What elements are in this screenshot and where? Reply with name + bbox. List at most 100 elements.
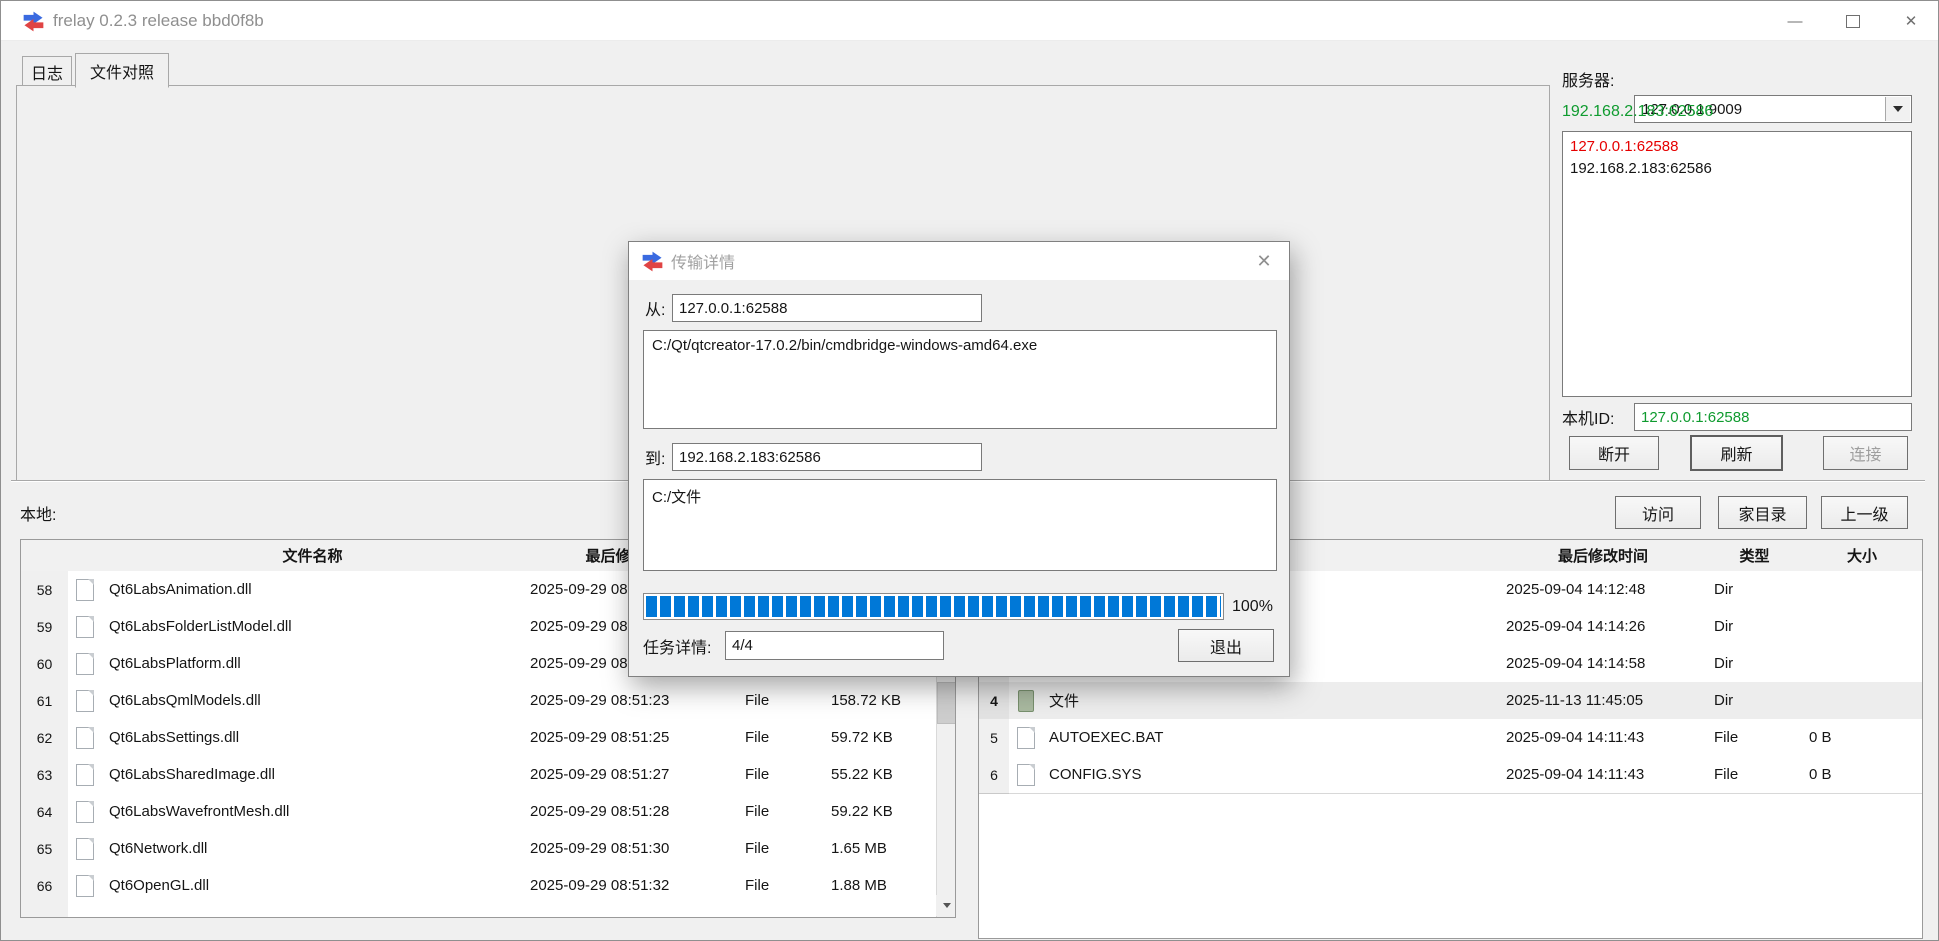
cell-size (1802, 571, 1923, 609)
cell-mtime: 2025-09-04 14:11:43 (1499, 756, 1722, 794)
cell-mtime: 2025-09-29 08:51:23 (523, 682, 753, 720)
file-icon (68, 571, 103, 609)
local-id-field[interactable]: 127.0.0.1:62588 (1634, 403, 1912, 431)
task-detail-label: 任务详情: (643, 631, 711, 660)
column-header-type[interactable]: 类型 (1707, 540, 1803, 572)
close-icon: ✕ (1905, 12, 1918, 30)
cell-size (1802, 608, 1923, 646)
app-logo-icon (641, 250, 664, 273)
transfer-progress-bar (643, 593, 1224, 620)
row-number: 64 (21, 793, 69, 831)
chevron-down-icon (1885, 97, 1910, 121)
client-listbox[interactable]: 127.0.0.1:62588 192.168.2.183:62586 (1562, 131, 1912, 397)
file-icon (68, 756, 103, 794)
refresh-button[interactable]: 刷新 (1690, 435, 1783, 471)
cell-mtime: 2025-09-29 08:51:27 (523, 756, 753, 794)
cell-mtime: 2025-09-04 14:14:26 (1499, 608, 1722, 646)
transfer-progress-fill (646, 596, 1221, 617)
tab-file-compare[interactable]: 文件对照 (75, 53, 169, 88)
up-level-button[interactable]: 上一级 (1821, 496, 1908, 529)
from-field[interactable]: 127.0.0.1:62588 (672, 294, 982, 322)
list-item[interactable]: 192.168.2.183:62586 (1570, 158, 1904, 180)
row-number (21, 904, 69, 918)
cell-size: 0 B (1802, 756, 1923, 794)
cell-size: 1.65 MB (824, 830, 951, 868)
cell-size: 0 B (1802, 719, 1923, 757)
cell-name: Qt6LabsWavefrontMesh.dll (102, 793, 538, 831)
dest-path-textarea[interactable]: C:/文件 (643, 479, 1277, 571)
cell-name: AUTOEXEC.BAT (1042, 719, 1514, 757)
icon-header (68, 540, 103, 572)
cell-type: Dir (1707, 608, 1817, 646)
cell-size: 59.72 KB (824, 719, 951, 757)
dialog-close-button[interactable]: ✕ (1245, 242, 1283, 280)
list-item[interactable]: 127.0.0.1:62588 (1570, 136, 1904, 158)
file-icon (68, 608, 103, 646)
cell-name: Qt6OpenGL.dll (102, 867, 538, 905)
scroll-down-icon[interactable] (936, 895, 956, 916)
row-number: 62 (21, 719, 69, 757)
row-number: 4 (979, 682, 1010, 720)
dialog-title-bar: 传输详情 ✕ (629, 242, 1289, 280)
maximize-icon (1846, 15, 1860, 28)
corner-header (21, 540, 69, 572)
cell-type: Dir (1707, 571, 1817, 609)
visit-button[interactable]: 访问 (1615, 496, 1701, 529)
cell-size: 1.88 MB (824, 867, 951, 905)
cell-name: Qt6Network.dll (102, 830, 538, 868)
column-header-size[interactable]: 大小 (1802, 540, 1922, 572)
to-field[interactable]: 192.168.2.183:62586 (672, 443, 982, 471)
cell-mtime: 2025-09-29 08:51:30 (523, 830, 753, 868)
column-header-mtime[interactable]: 最后修改时间 (1499, 540, 1708, 572)
cell-name: 文件 (1042, 682, 1514, 720)
minimize-button[interactable]: — (1766, 1, 1824, 41)
cell-mtime: 2025-09-04 14:14:58 (1499, 645, 1722, 683)
row-number: 59 (21, 608, 69, 646)
cell-name: Qt6LabsAnimation.dll (102, 571, 538, 609)
task-detail-field[interactable]: 4/4 (725, 631, 944, 660)
cell-size (1802, 645, 1923, 683)
folder-icon (1009, 682, 1043, 720)
cell-mtime: 2025-11-13 11:45:05 (1499, 682, 1722, 720)
row-number: 60 (21, 645, 69, 683)
cell-size (1802, 682, 1923, 720)
home-dir-button[interactable]: 家目录 (1718, 496, 1807, 529)
row-number: 65 (21, 830, 69, 868)
file-icon (68, 682, 103, 720)
transfer-detail-dialog: 传输详情 ✕ 从: 127.0.0.1:62588 C:/Qt/qtcreato… (628, 241, 1290, 677)
minimize-icon: — (1788, 13, 1803, 30)
row-number: 58 (21, 571, 69, 609)
cell-type: Dir (1707, 645, 1817, 683)
cell-size: 55.22 KB (824, 756, 951, 794)
row-number: 6 (979, 756, 1010, 794)
cell-type: File (1707, 719, 1817, 757)
disconnect-button[interactable]: 断开 (1569, 436, 1659, 470)
cell-name: Qt6LabsSettings.dll (102, 719, 538, 757)
file-icon (68, 645, 103, 683)
close-button[interactable]: ✕ (1882, 1, 1939, 41)
row-number: 63 (21, 756, 69, 794)
title-bar: frelay 0.2.3 release bbd0f8b — ✕ (1, 1, 1938, 41)
source-path-textarea[interactable]: C:/Qt/qtcreator-17.0.2/bin/cmdbridge-win… (643, 330, 1277, 429)
row-number: 66 (21, 867, 69, 905)
row-number: 5 (979, 719, 1010, 757)
row-number: 61 (21, 682, 69, 720)
connect-button[interactable]: 连接 (1823, 436, 1908, 470)
column-header-name[interactable]: 文件名称 (102, 540, 524, 572)
maximize-button[interactable] (1824, 1, 1882, 41)
tab-log[interactable]: 日志 (22, 56, 72, 88)
scrollbar-thumb[interactable] (937, 682, 956, 724)
cell-name: Qt6LabsSharedImage.dll (102, 756, 538, 794)
exit-button[interactable]: 退出 (1178, 629, 1274, 662)
app-logo-icon (22, 10, 45, 33)
window-title: frelay 0.2.3 release bbd0f8b (53, 1, 264, 41)
cell-size: 59.22 KB (824, 793, 951, 831)
dialog-title: 传输详情 (671, 242, 735, 280)
cell-mtime: 2025-09-04 14:12:48 (1499, 571, 1722, 609)
local-path-label: 本地: (20, 498, 56, 528)
cell-name: Qt6LabsFolderListModel.dll (102, 608, 538, 646)
progress-percent-text: 100% (1232, 593, 1273, 620)
file-icon (68, 830, 103, 868)
local-id-label: 本机ID: (1562, 403, 1614, 431)
cell-mtime: 2025-09-29 08:51:32 (523, 867, 753, 905)
